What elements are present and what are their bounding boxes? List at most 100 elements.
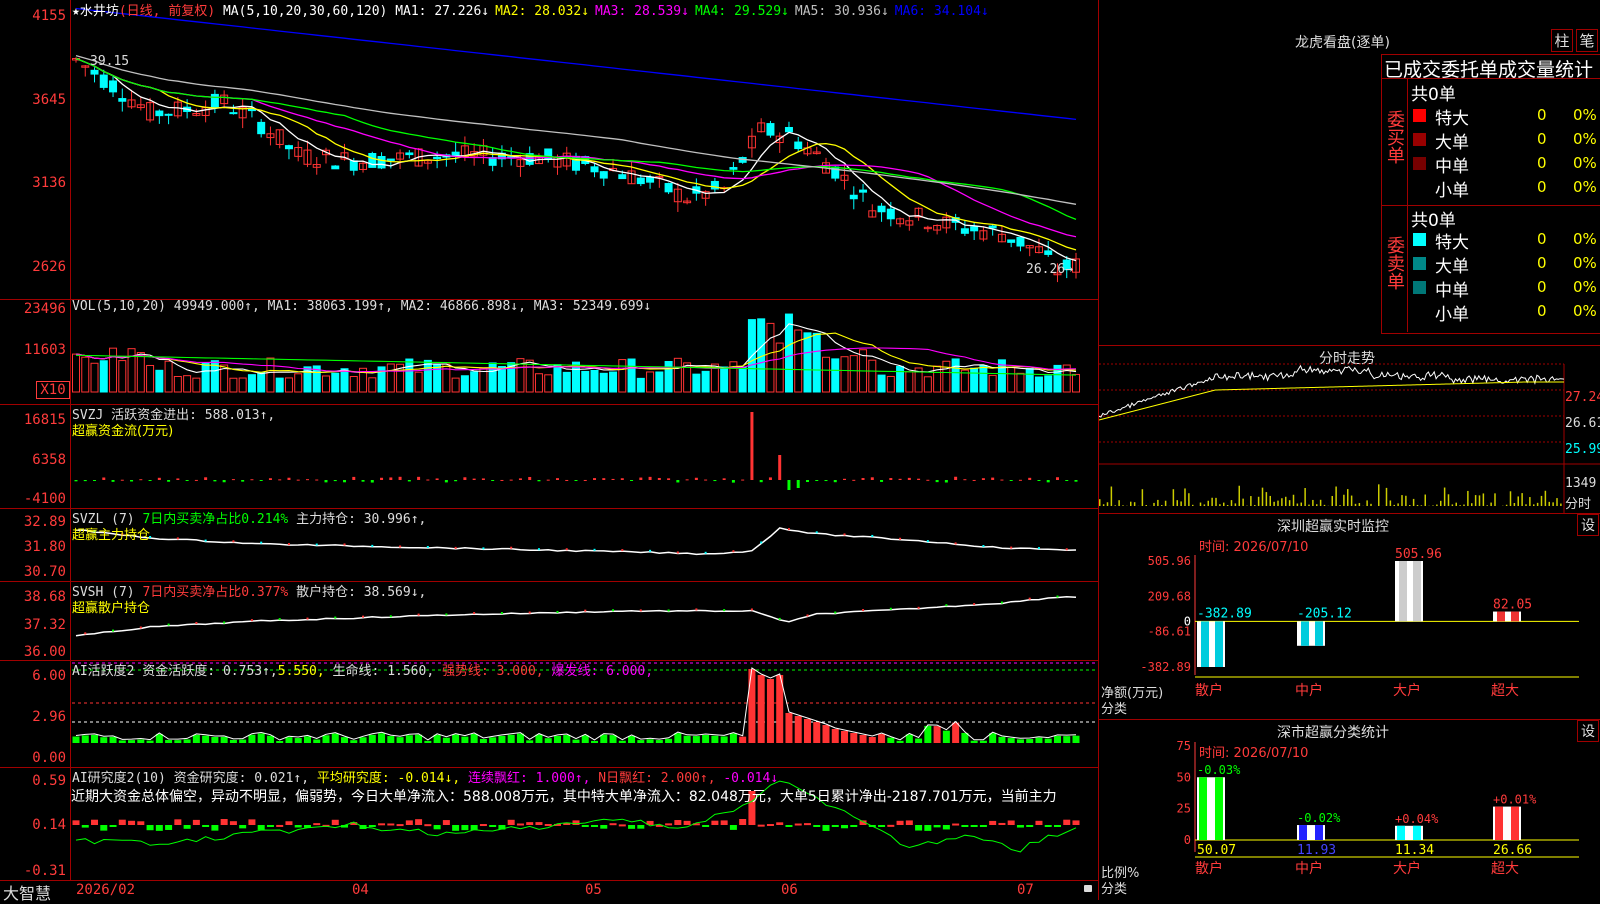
- research-bar: [730, 825, 737, 830]
- volume-bar: [610, 372, 617, 392]
- order-percent: 0%: [1573, 130, 1597, 148]
- order-count: 0: [1537, 130, 1547, 148]
- activity-bar: [739, 737, 746, 743]
- fund-flow-bar: [426, 480, 429, 481]
- kline-panel[interactable]: 4155 3645 3136 2626 ★水井坊(日线, 前复权) MA(5,1…: [0, 0, 1098, 300]
- intraday-volume-bar: [1204, 504, 1206, 506]
- fund-flow-bar: [778, 455, 781, 480]
- fund-flow-bar: [241, 480, 244, 482]
- volume-bar: [563, 372, 570, 392]
- research-bar: [313, 823, 320, 825]
- volume-panel[interactable]: 23496 11603 X10 VOL(5,10,20) 49949.000↑,…: [0, 299, 1098, 405]
- retail-holding-line: [76, 597, 1076, 636]
- tick-mark: [1038, 547, 1040, 549]
- intraday-volume-bar: [1514, 503, 1516, 506]
- tick-mark: [177, 537, 179, 539]
- research-bar: [776, 822, 783, 825]
- tick-mark: [390, 615, 392, 617]
- intraday-volume-bar: [1401, 495, 1403, 506]
- fund-flow-bar: [149, 480, 152, 481]
- tick-mark: [279, 618, 281, 620]
- bar-view-button[interactable]: 柱: [1551, 29, 1573, 52]
- research-bar: [619, 824, 626, 826]
- intraday-panel[interactable]: 分时走势 27.24 26.61 25.99 1349 分时: [1099, 346, 1600, 513]
- monitor-panel[interactable]: 深圳超赢实时监控 设 时间: 2026/07/10 505.96209.680-…: [1099, 514, 1600, 719]
- tick-mark: [455, 547, 457, 549]
- stock-name[interactable]: 水井坊: [80, 4, 119, 19]
- fund-flow-bar: [926, 480, 929, 481]
- ai-research-panel[interactable]: 0.59 0.14 -0.31 AI研究度2(10) 资金研究度: 0.021↑…: [0, 767, 1098, 881]
- change-label: +0.01%: [1493, 793, 1537, 807]
- research-bar: [545, 824, 552, 826]
- candle-body: [434, 157, 441, 158]
- y-label: 25: [1177, 802, 1191, 816]
- lock-icon[interactable]: [1084, 885, 1092, 892]
- bar-shade: [1413, 561, 1421, 621]
- svzl-panel[interactable]: 32.89 31.80 30.70 SVZL (7) 7日内买卖净占比0.214…: [0, 508, 1098, 582]
- intraday-volume-bar: [1118, 500, 1120, 506]
- research-bar: [174, 819, 181, 825]
- intraday-volume-bar: [1479, 495, 1481, 506]
- order-percent: 0%: [1573, 278, 1597, 296]
- activity-bar: [674, 733, 681, 743]
- activity-bar: [285, 737, 292, 743]
- activity-bar: [554, 736, 561, 743]
- volume-bar: [665, 361, 672, 392]
- volume-bar: [767, 323, 774, 392]
- candle-body: [211, 94, 218, 107]
- activity-bar: [378, 733, 385, 743]
- order-percent: 0%: [1573, 302, 1597, 320]
- ai3-t4: N日飘红: 2.000↑,: [590, 771, 715, 786]
- research-bar: [971, 825, 978, 827]
- tick-mark: [677, 551, 679, 553]
- fund-flow-bar: [750, 412, 753, 480]
- activity-bar: [573, 740, 580, 743]
- candle-body: [878, 206, 885, 212]
- volume-bar: [100, 361, 107, 392]
- svzj-panel[interactable]: 16815 6358 -4100 SVZJ 活跃资金进出: 588.013↑, …: [0, 404, 1098, 509]
- intraday-volume-bar: [1471, 503, 1473, 506]
- order-count: 0: [1537, 230, 1547, 248]
- intraday-volume-bar: [1153, 503, 1155, 506]
- candle-body: [165, 114, 172, 115]
- candle-body: [591, 167, 598, 172]
- activity-bar: [878, 734, 885, 743]
- fund-flow-bar: [760, 480, 763, 482]
- activity-bar: [582, 735, 589, 743]
- fund-flow-bar: [797, 480, 800, 488]
- fund-flow-bar: [167, 480, 170, 482]
- fund-flow-bar: [417, 477, 420, 480]
- research-bar: [600, 825, 607, 829]
- research-bar: [702, 825, 709, 827]
- kline-chart[interactable]: [0, 0, 1098, 299]
- fund-flow-bar: [963, 479, 966, 480]
- y-label: 209.68: [1148, 589, 1191, 603]
- volume-bar: [147, 365, 154, 392]
- tick-view-button[interactable]: 笔: [1576, 29, 1598, 52]
- fund-flow-bar: [973, 480, 976, 481]
- activity-bar: [1073, 736, 1080, 743]
- volume-bar: [471, 372, 478, 392]
- research-bar: [952, 824, 959, 826]
- research-bar: [795, 824, 802, 826]
- activity-bar: [230, 740, 237, 743]
- svsh-panel[interactable]: 38.68 37.32 36.00 SVSH (7) 7日内买卖净占比0.377…: [0, 581, 1098, 661]
- research-bar: [387, 823, 394, 825]
- activity-bar: [619, 741, 626, 743]
- value-label: -205.12: [1297, 606, 1352, 621]
- activity-bar: [767, 679, 774, 743]
- svsh-title-b: 7日内买卖净占比0.377%: [142, 585, 288, 600]
- intraday-volume-bar: [1227, 505, 1229, 506]
- tick-mark: [621, 549, 623, 551]
- legend-swatch: [1413, 233, 1426, 246]
- fund-flow-bar: [102, 478, 105, 480]
- dragon-panel[interactable]: 龙虎看盘(逐单) 柱 笔 已成交委托单成交量统计 委买单 委卖单 共0单 共0单…: [1099, 0, 1600, 345]
- svsh-subtitle: 超赢散户持仓: [72, 597, 150, 616]
- volume-bar: [193, 378, 200, 392]
- classify-panel[interactable]: 深市超赢分类统计 设 时间: 2026/07/10 7550250-0.03%5…: [1099, 720, 1600, 900]
- tick-mark: [399, 545, 401, 547]
- intraday-volume-bar: [1366, 500, 1368, 506]
- ai-activity-panel[interactable]: 6.00 2.96 0.00 AI活跃度2 资金活跃度: 0.753↑,5.55…: [0, 660, 1098, 768]
- tick-mark: [334, 617, 336, 619]
- fund-flow-bar: [510, 480, 513, 481]
